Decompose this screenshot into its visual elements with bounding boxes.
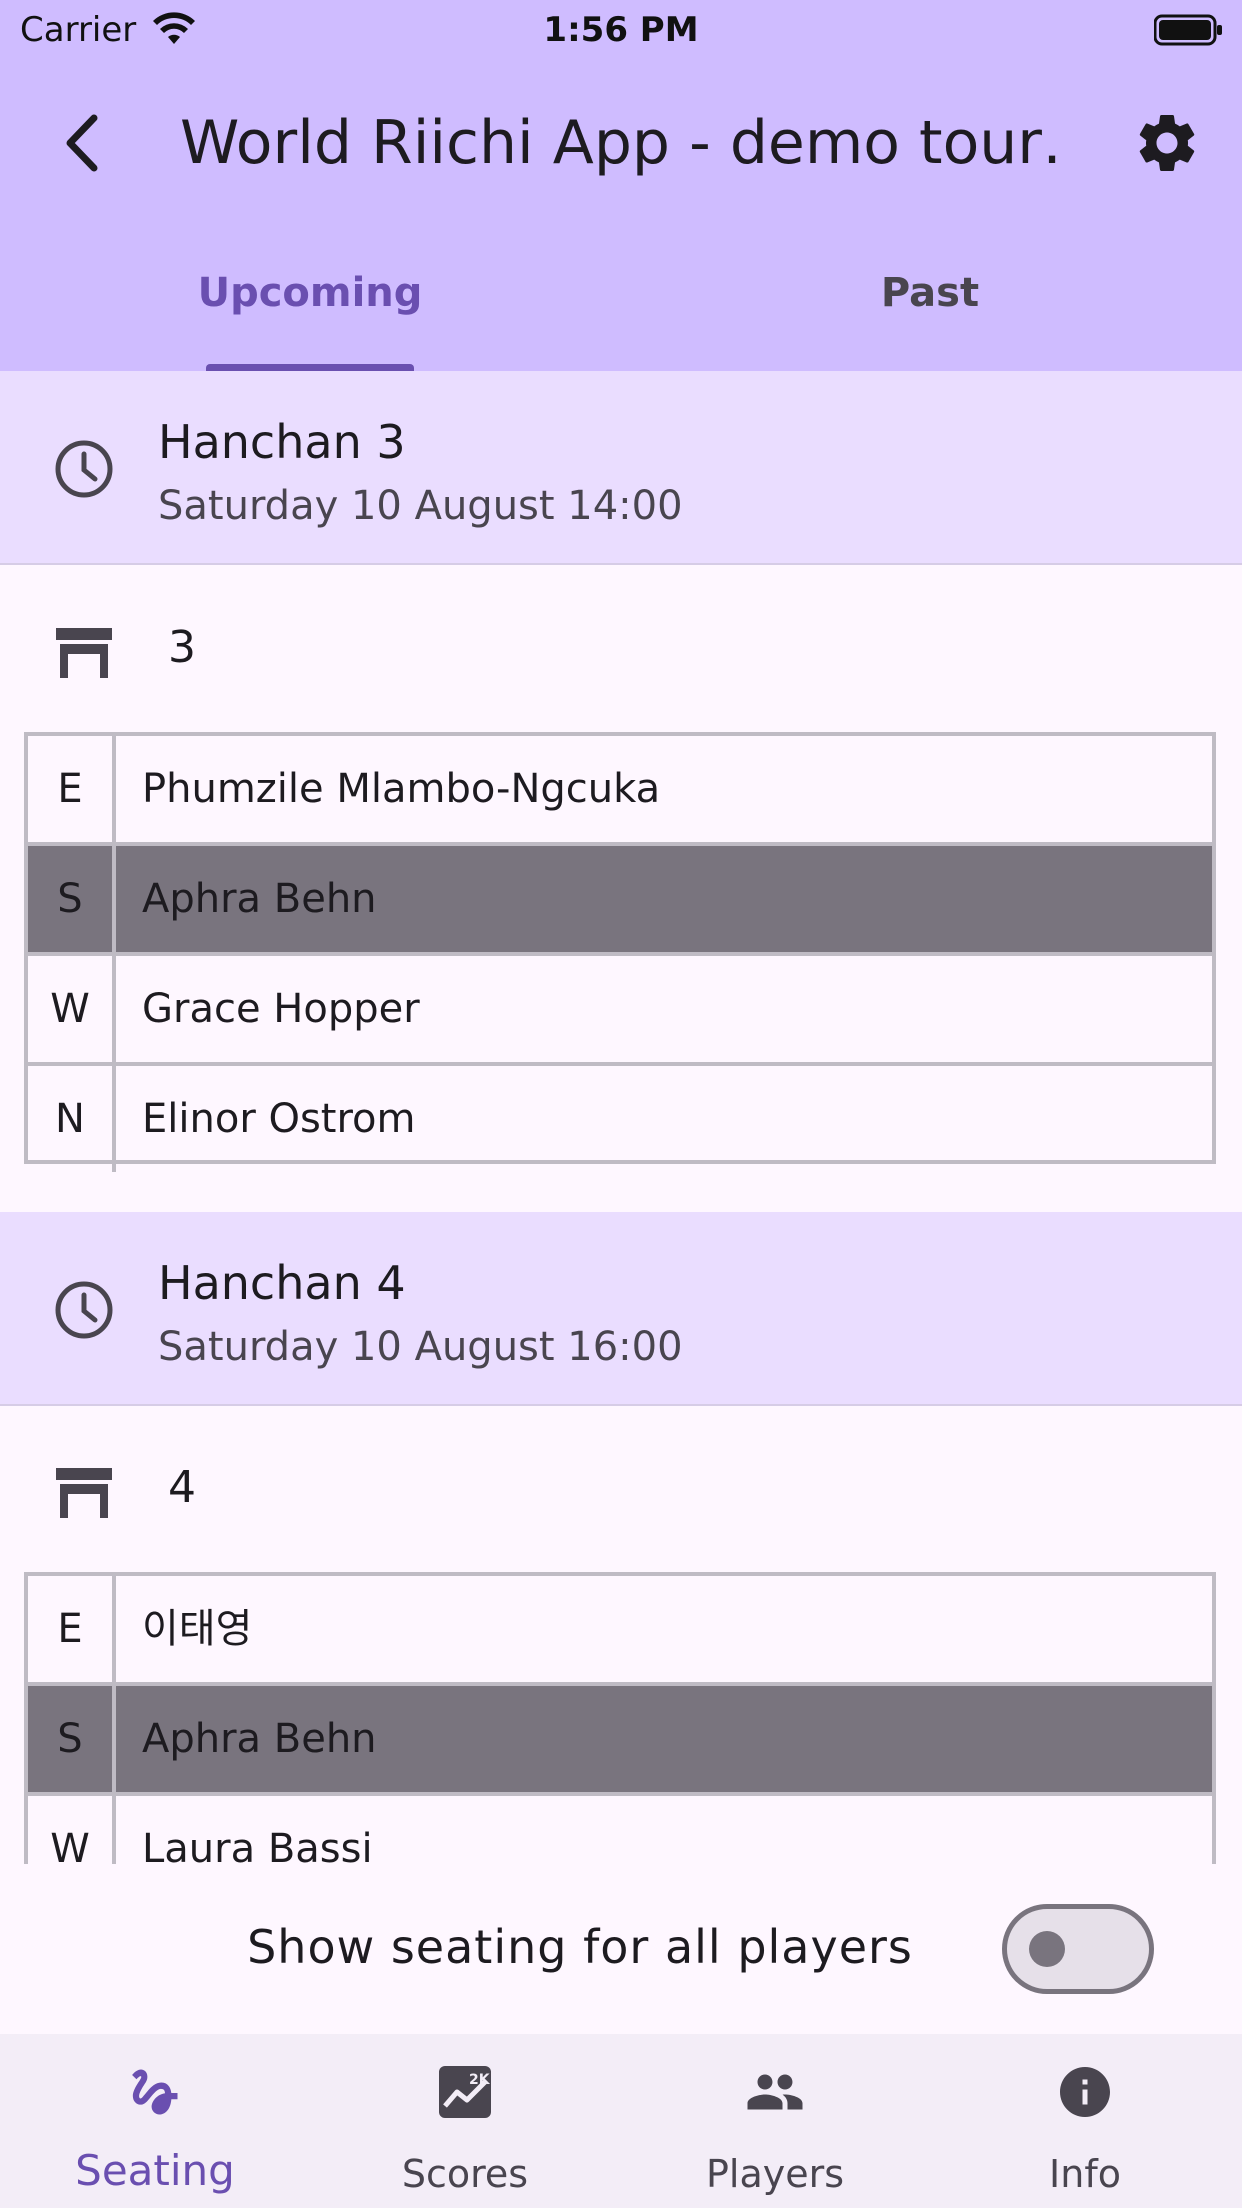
table-icon xyxy=(56,628,112,678)
seat-row: N Elinor Ostrom xyxy=(28,1066,1212,1172)
info-icon xyxy=(1060,2067,1110,2117)
page-title: World Riichi App - demo tour… xyxy=(180,108,1060,178)
seat-row: E Phumzile Mlambo-Ngcuka xyxy=(28,736,1212,846)
session-title: Hanchan 4 xyxy=(158,1256,406,1310)
seat-wind: S xyxy=(28,1686,116,1792)
session-title: Hanchan 3 xyxy=(158,415,406,469)
clock-time: 1:56 PM xyxy=(543,10,699,50)
nav-label: Scores xyxy=(401,2152,529,2196)
table-heading: 4 xyxy=(0,1412,1242,1572)
seat-wind: W xyxy=(28,1796,116,1864)
seat-wind: E xyxy=(28,736,116,842)
settings-button[interactable] xyxy=(1132,108,1202,178)
seat-row-highlighted: S Aphra Behn xyxy=(28,1686,1212,1796)
seat-icon xyxy=(132,2069,178,2115)
seating-toggle-bar: Show seating for all players xyxy=(0,1864,1242,2034)
nav-item-scores[interactable]: 2K Scores xyxy=(310,2034,620,2208)
status-bar: Carrier 1:56 PM xyxy=(0,0,1242,64)
seat-player: 이태영 xyxy=(142,1606,253,1652)
nav-label: Info xyxy=(1049,2152,1121,2196)
battery-icon xyxy=(1154,14,1222,46)
seat-player: Aphra Behn xyxy=(142,1716,377,1762)
seat-player: Laura Bassi xyxy=(142,1826,373,1864)
session-header: Hanchan 3 Saturday 10 August 14:00 xyxy=(0,371,1242,565)
tab-upcoming[interactable]: Upcoming xyxy=(120,270,500,330)
seat-player: Grace Hopper xyxy=(142,986,420,1032)
nav-label: Seating xyxy=(75,2146,235,2195)
show-all-seating-switch[interactable] xyxy=(1002,1904,1154,1994)
table-heading: 3 xyxy=(0,572,1242,732)
seat-wind: S xyxy=(28,846,116,952)
table-number: 4 xyxy=(168,1462,196,1513)
nav-item-seating[interactable]: Seating xyxy=(0,2034,310,2208)
seat-player: Phumzile Mlambo-Ngcuka xyxy=(142,766,661,812)
seat-row: W Laura Bassi xyxy=(28,1796,1212,1864)
gear-icon xyxy=(1139,114,1195,171)
people-icon xyxy=(747,2074,803,2110)
nav-label: Players xyxy=(705,2152,845,2196)
seat-row: W Grace Hopper xyxy=(28,956,1212,1066)
table-icon xyxy=(56,1468,112,1518)
seating-table: E 이태영 S Aphra Behn W Laura Bassi xyxy=(24,1572,1216,1864)
table-number: 3 xyxy=(168,622,196,673)
seat-row-highlighted: S Aphra Behn xyxy=(28,846,1212,956)
scores-icon: 2K xyxy=(439,2066,491,2118)
seat-player: Elinor Ostrom xyxy=(142,1096,416,1142)
session-time: Saturday 10 August 14:00 xyxy=(158,483,683,529)
tab-past[interactable]: Past xyxy=(740,270,1120,330)
back-button[interactable] xyxy=(50,108,120,178)
nav-item-info[interactable]: Info xyxy=(930,2034,1240,2208)
seat-wind: N xyxy=(28,1066,116,1172)
nav-item-players[interactable]: Players xyxy=(620,2034,930,2208)
seating-table: E Phumzile Mlambo-Ngcuka S Aphra Behn W … xyxy=(24,732,1216,1172)
seat-row: E 이태영 xyxy=(28,1576,1212,1686)
session-time: Saturday 10 August 16:00 xyxy=(158,1324,683,1370)
clock-icon xyxy=(55,440,113,498)
svg-text:2K: 2K xyxy=(469,2072,491,2088)
seat-wind: E xyxy=(28,1576,116,1682)
clock-icon xyxy=(55,1281,113,1339)
seat-wind: W xyxy=(28,956,116,1062)
bottom-navigation: Seating 2K Scores Players Info xyxy=(0,2034,1242,2208)
seat-player: Aphra Behn xyxy=(142,876,377,922)
chevron-left-icon xyxy=(66,114,98,172)
session-header: Hanchan 4 Saturday 10 August 16:00 xyxy=(0,1212,1242,1406)
toggle-label: Show seating for all players xyxy=(247,1920,913,1974)
switch-knob xyxy=(1029,1931,1065,1967)
app-bar: Carrier 1:56 PM World Riichi App - demo … xyxy=(0,0,1242,372)
